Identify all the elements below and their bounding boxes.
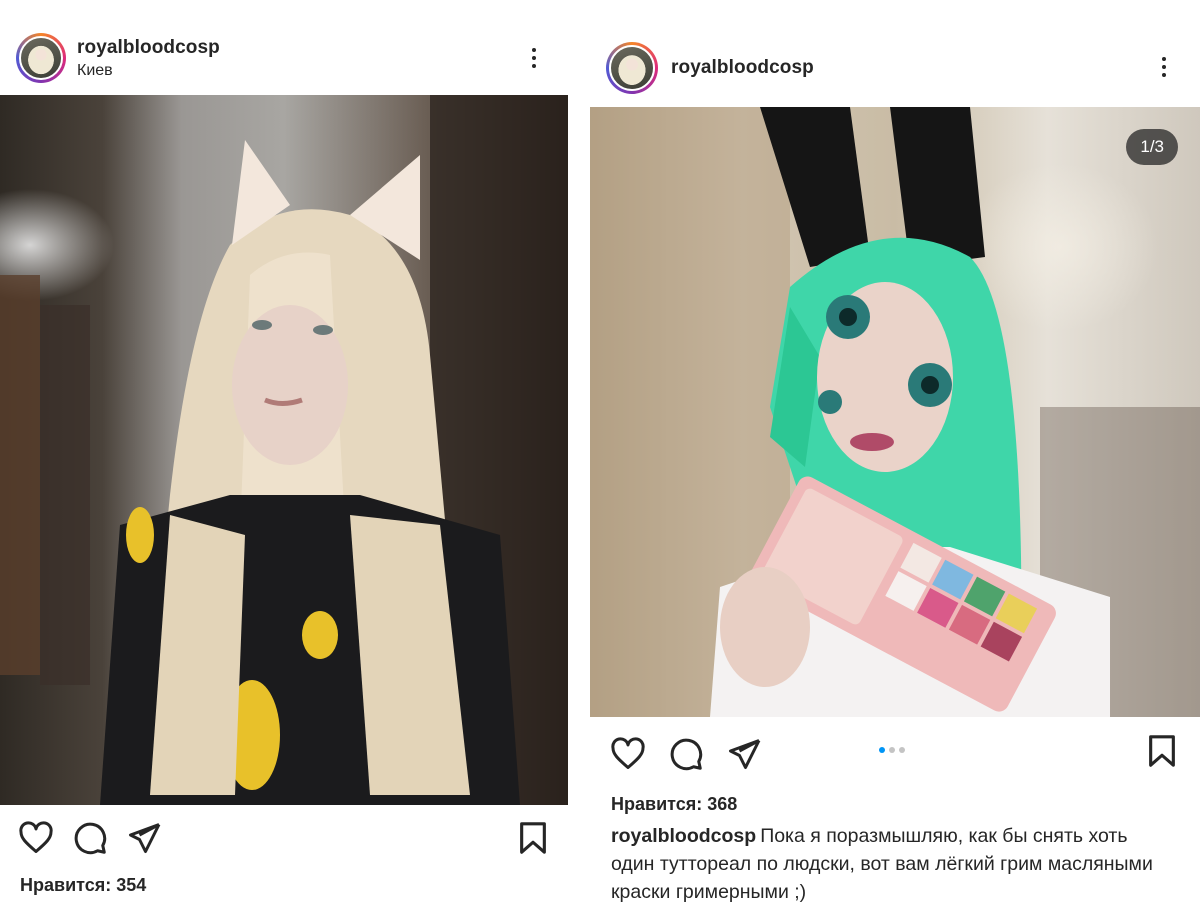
post-photo[interactable]: 1/3 <box>590 107 1200 717</box>
photo-left-illustration <box>0 95 568 805</box>
carousel-indicator <box>879 747 905 753</box>
location[interactable]: Киев <box>77 62 220 80</box>
more-vertical-icon[interactable] <box>522 48 546 68</box>
likes-count[interactable]: Нравится: 368 <box>611 794 737 815</box>
carousel-dot-2[interactable] <box>889 747 895 753</box>
post-caption: royalbloodcosp Пока я поразмышляю, как бы… <box>611 822 1171 906</box>
post-actions <box>18 820 162 856</box>
avatar[interactable] <box>16 33 66 83</box>
user-block: royalbloodcosp <box>671 57 814 79</box>
avatar-image <box>609 45 655 91</box>
image-counter: 1/3 <box>1126 129 1178 165</box>
avatar[interactable] <box>606 42 658 94</box>
post-header: royalbloodcosp <box>590 42 1200 94</box>
send-icon[interactable] <box>726 736 762 772</box>
username[interactable]: royalbloodcosp <box>671 57 814 79</box>
heart-icon[interactable] <box>610 736 646 772</box>
user-block: royalbloodcosp Киев <box>77 37 220 80</box>
post-header: royalbloodcosp Киев <box>0 33 568 83</box>
bookmark-icon[interactable] <box>518 821 548 855</box>
photo-right-illustration <box>590 107 1200 717</box>
post-right: royalbloodcosp 1/3 Нравится: 368 royalbl… <box>590 0 1200 922</box>
carousel-dot-1[interactable] <box>879 747 885 753</box>
more-vertical-icon[interactable] <box>1152 57 1176 77</box>
comment-icon[interactable] <box>668 736 704 772</box>
caption-username[interactable]: royalbloodcosp <box>611 825 756 847</box>
send-icon[interactable] <box>126 820 162 856</box>
bookmark-icon[interactable] <box>1147 734 1177 768</box>
post-photo[interactable] <box>0 95 568 805</box>
likes-count[interactable]: Нравится: 354 <box>20 875 146 896</box>
post-actions <box>610 736 762 772</box>
comment-icon[interactable] <box>72 820 108 856</box>
heart-icon[interactable] <box>18 820 54 856</box>
avatar-image <box>19 36 63 80</box>
carousel-dot-3[interactable] <box>899 747 905 753</box>
post-left: royalbloodcosp Киев Нравится: 354 <box>0 0 568 922</box>
username[interactable]: royalbloodcosp <box>77 37 220 59</box>
